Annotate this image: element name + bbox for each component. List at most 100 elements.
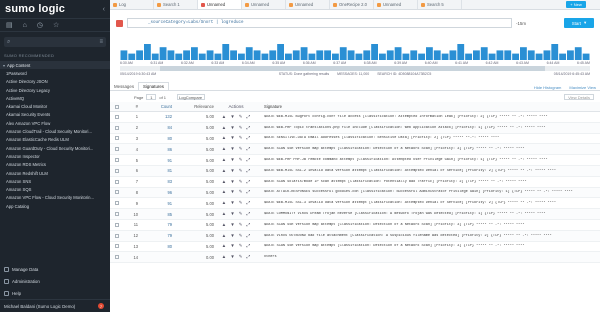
expand-icon[interactable]: ⤢	[247, 243, 251, 249]
sidebar-item[interactable]: Amazon SNS	[0, 177, 110, 185]
row-count[interactable]: 80	[138, 136, 172, 141]
row-count[interactable]: 79	[138, 222, 172, 227]
view-mode-select[interactable]: LogCompare	[177, 94, 206, 100]
edit-icon[interactable]: ✎	[239, 222, 243, 228]
histogram-bar[interactable]	[465, 53, 472, 60]
histogram-bar[interactable]	[559, 53, 566, 60]
table-row[interactable]: 14 0.00 ▲ ▼ ✎ ⤢ Others	[110, 252, 600, 264]
expand-icon[interactable]: ⤢	[247, 168, 251, 174]
expand-icon[interactable]: ⤢	[247, 222, 251, 228]
expand-icon[interactable]: ⤢	[247, 189, 251, 195]
thumbs-down-icon[interactable]: ▼	[230, 135, 235, 141]
row-checkbox[interactable]	[110, 244, 124, 249]
sidebar-item[interactable]: App Catalog	[0, 202, 110, 210]
thumbs-up-icon[interactable]: ▲	[222, 189, 227, 195]
histogram-bar[interactable]	[402, 53, 410, 60]
thumbs-down-icon[interactable]: ▼	[230, 233, 235, 239]
sidebar-item[interactable]: 1Password	[0, 69, 110, 77]
histogram-bar[interactable]	[379, 53, 386, 60]
histogram-bar[interactable]	[316, 50, 324, 60]
histogram-bar[interactable]	[535, 53, 543, 60]
thumbs-down-icon[interactable]: ▼	[230, 114, 235, 120]
table-row[interactable]: 11 79 5.00 ▲ ▼ ✎ ⤢ $DATE SCAN SSH Version map a…	[110, 220, 600, 231]
home-icon[interactable]: ⌂	[23, 22, 27, 29]
histogram-bar[interactable]	[253, 50, 261, 60]
histogram-bar[interactable]	[551, 44, 559, 60]
sidebar-item[interactable]: Amazon VPC Flow - Cloud Security Monitor…	[0, 194, 110, 202]
sidebar-item[interactable]: Amazon ElasticCache Redis ULM	[0, 136, 110, 144]
table-row[interactable]: 13 80 5.00 ▲ ▼ ✎ ⤢ $DATE SCAN SSH Version map a…	[110, 242, 600, 253]
library-icon[interactable]: ▤	[6, 21, 13, 29]
tab-2[interactable]: Unnamed	[198, 0, 242, 9]
thumbs-up-icon[interactable]: ▲	[222, 233, 227, 239]
table-row[interactable]: 4 86 5.00 ▲ ▼ ✎ ⤢ $DATE SCAN SSH Version map at…	[110, 144, 600, 156]
edit-icon[interactable]: ✎	[239, 189, 243, 195]
thumbs-down-icon[interactable]: ▼	[230, 254, 235, 260]
recent-icon[interactable]: ◷	[37, 21, 43, 29]
sidebar-item[interactable]: Amazon SQS	[0, 185, 110, 193]
row-checkbox[interactable]	[110, 190, 124, 195]
tab-0[interactable]: Log	[110, 0, 154, 9]
row-checkbox[interactable]	[110, 255, 124, 260]
edit-icon[interactable]: ✎	[239, 179, 243, 185]
hide-histogram-link[interactable]: Hide Histogram	[534, 85, 562, 90]
histogram-bar[interactable]	[504, 50, 512, 60]
row-count[interactable]: 96	[138, 190, 172, 195]
tab-3[interactable]: Unnamed	[242, 0, 286, 9]
tab-5[interactable]: OneRecipe 2.0	[330, 0, 374, 9]
histogram-bar[interactable]	[473, 50, 480, 60]
sidebar-item[interactable]: ActiveMQ	[0, 94, 110, 102]
sidebar-item[interactable]: Akamai Security Events	[0, 111, 110, 119]
histogram-bar[interactable]	[527, 50, 535, 60]
thumbs-up-icon[interactable]: ▲	[222, 222, 227, 228]
histogram-bar[interactable]	[418, 53, 425, 60]
histogram-bar[interactable]	[128, 53, 136, 60]
maximize-view-link[interactable]: Maximize View	[569, 85, 596, 90]
histogram-bar[interactable]	[457, 44, 465, 60]
row-checkbox[interactable]	[110, 168, 124, 173]
histogram-bar[interactable]	[332, 53, 339, 60]
row-checkbox[interactable]	[110, 158, 124, 163]
sidebar-item[interactable]: Amazon CloudTrail - Cloud Security Monit…	[0, 127, 110, 135]
row-checkbox[interactable]	[110, 201, 124, 206]
edit-icon[interactable]: ✎	[239, 243, 243, 249]
thumbs-up-icon[interactable]: ▲	[222, 179, 227, 185]
histogram-bar[interactable]	[394, 47, 402, 60]
row-checkbox[interactable]	[110, 179, 124, 184]
thumbs-up-icon[interactable]: ▲	[222, 211, 227, 217]
thumbs-up-icon[interactable]: ▲	[222, 254, 227, 260]
histogram-bar[interactable]	[308, 53, 316, 60]
thumbs-down-icon[interactable]: ▼	[230, 222, 235, 228]
expand-icon[interactable]: ⤢	[247, 211, 251, 217]
thumbs-up-icon[interactable]: ▲	[222, 200, 227, 206]
sidebar-item[interactable]: Amazon Redshift ULM	[0, 169, 110, 177]
thumbs-up-icon[interactable]: ▲	[222, 168, 227, 174]
table-row[interactable]: 2 84 5.00 ▲ ▼ ✎ ⤢ $DATE WEB-PHP Topic translati…	[110, 122, 600, 134]
thumbs-up-icon[interactable]: ▲	[222, 243, 227, 249]
edit-icon[interactable]: ✎	[239, 168, 243, 174]
row-checkbox[interactable]	[110, 147, 124, 152]
manage-data-item[interactable]: Manage Data	[0, 263, 110, 275]
row-count[interactable]: 80	[138, 244, 172, 249]
histogram-chart[interactable]	[120, 40, 590, 60]
histogram-bar[interactable]	[222, 44, 230, 60]
tab-messages[interactable]: Messages	[110, 82, 138, 90]
histogram-bar[interactable]	[433, 50, 441, 60]
histogram-bar[interactable]	[426, 47, 433, 60]
histogram-bar[interactable]	[183, 50, 190, 60]
thumbs-up-icon[interactable]: ▲	[222, 114, 227, 120]
sidebar-item[interactable]: Amazon RDS Metrics	[0, 161, 110, 169]
new-tab-button[interactable]: + New	[566, 1, 586, 8]
edit-icon[interactable]: ✎	[239, 233, 243, 239]
edit-icon[interactable]: ✎	[239, 114, 243, 120]
histogram-bar[interactable]	[144, 44, 151, 60]
histogram-bar[interactable]	[480, 47, 488, 60]
thumbs-up-icon[interactable]: ▲	[222, 146, 227, 152]
sidebar-search-input[interactable]: ⌕ ≡	[4, 37, 106, 47]
expand-icon[interactable]: ⤢	[247, 233, 251, 239]
thumbs-up-icon[interactable]: ▲	[222, 135, 227, 141]
histogram-bar[interactable]	[488, 53, 496, 60]
histogram-bar[interactable]	[512, 53, 519, 60]
thumbs-down-icon[interactable]: ▼	[230, 211, 235, 217]
histogram-bar[interactable]	[441, 53, 449, 60]
